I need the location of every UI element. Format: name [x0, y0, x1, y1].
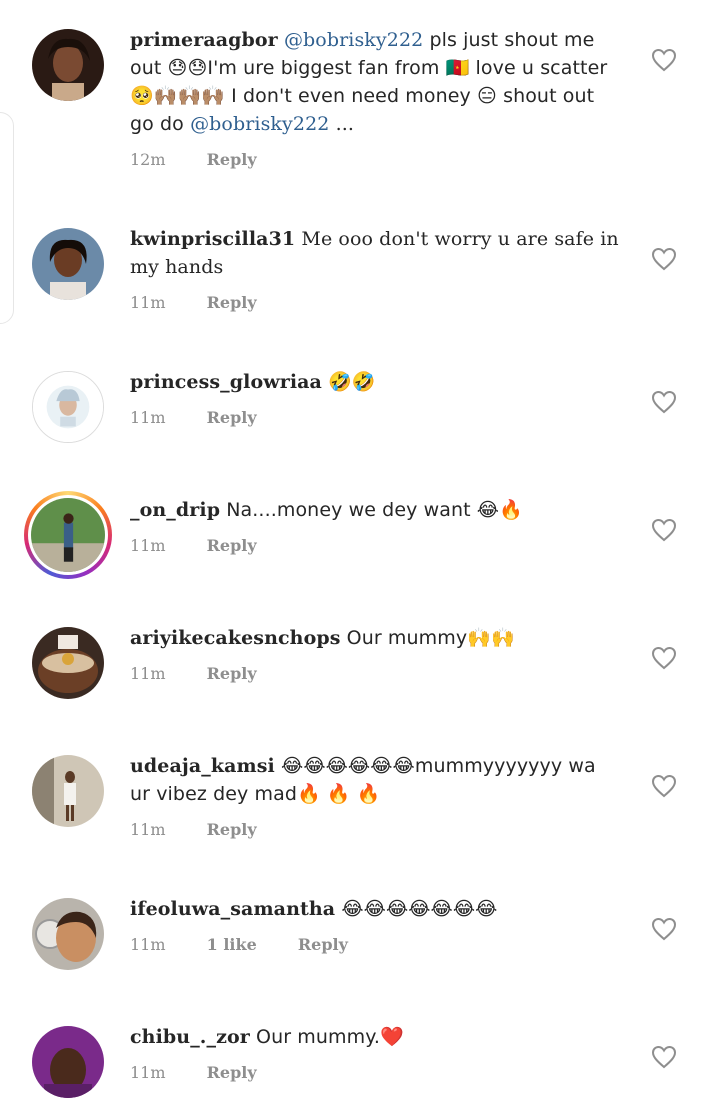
- comment-text: Our mummy.❤️: [249, 1026, 404, 1048]
- comment-more[interactable]: ...: [329, 113, 354, 135]
- comment-text: Our mummy🙌🙌: [340, 627, 515, 649]
- avatar[interactable]: [32, 627, 104, 699]
- comment-text: Na....money we dey want 😂🔥: [220, 499, 523, 521]
- reply-button[interactable]: Reply: [207, 293, 257, 312]
- avatar[interactable]: [32, 371, 104, 443]
- comment-username[interactable]: chibu_._zor: [130, 1026, 250, 1048]
- cameroon-flag-icon: 🇨🇲: [445, 57, 470, 79]
- comment-username[interactable]: ifeoluwa_samantha: [130, 898, 335, 920]
- comment-username[interactable]: udeaja_kamsi: [130, 755, 275, 777]
- reply-button[interactable]: Reply: [298, 935, 348, 954]
- like-heart-icon[interactable]: [651, 1045, 677, 1069]
- story-avatar[interactable]: [24, 491, 112, 579]
- comment-username[interactable]: kwinpriscilla31: [130, 228, 295, 250]
- like-heart-icon[interactable]: [651, 774, 677, 798]
- like-heart-icon[interactable]: [651, 518, 677, 542]
- like-heart-icon[interactable]: [651, 247, 677, 271]
- comment-username[interactable]: princess_glowriaa: [130, 371, 322, 393]
- avatar[interactable]: [32, 755, 104, 827]
- comment-time: 11m: [130, 293, 166, 312]
- comment-time: 11m: [130, 536, 166, 555]
- like-count[interactable]: 1 like: [207, 935, 257, 954]
- comment-time: 11m: [130, 820, 166, 839]
- comment-time: 11m: [130, 935, 166, 954]
- previous-card-edge: [0, 112, 14, 324]
- like-heart-icon[interactable]: [651, 390, 677, 414]
- comment-time: 11m: [130, 1063, 166, 1082]
- comment-time: 11m: [130, 664, 166, 683]
- comment-time: 11m: [130, 408, 166, 427]
- comment-text: 😂😂😂😂😂😂😂: [335, 898, 498, 920]
- comment-mention[interactable]: @bobrisky222: [284, 29, 423, 51]
- like-heart-icon[interactable]: [651, 48, 677, 72]
- avatar[interactable]: [32, 898, 104, 970]
- comment-mention[interactable]: @bobrisky222: [190, 113, 329, 135]
- reply-button[interactable]: Reply: [207, 1063, 257, 1082]
- reply-button[interactable]: Reply: [207, 150, 257, 169]
- avatar[interactable]: [32, 1026, 104, 1098]
- comment-username[interactable]: primeraagbor: [130, 29, 278, 51]
- comment-username[interactable]: _on_drip: [130, 499, 220, 521]
- comment-time: 12m: [130, 150, 166, 169]
- avatar[interactable]: [32, 228, 104, 300]
- comment-username[interactable]: ariyikecakesnchops: [130, 627, 341, 649]
- avatar[interactable]: [32, 29, 104, 101]
- reply-button[interactable]: Reply: [207, 536, 257, 555]
- like-heart-icon[interactable]: [651, 646, 677, 670]
- reply-button[interactable]: Reply: [207, 820, 257, 839]
- reply-button[interactable]: Reply: [207, 664, 257, 683]
- comment-text: 🤣🤣: [321, 371, 376, 393]
- like-heart-icon[interactable]: [651, 917, 677, 941]
- reply-button[interactable]: Reply: [207, 408, 257, 427]
